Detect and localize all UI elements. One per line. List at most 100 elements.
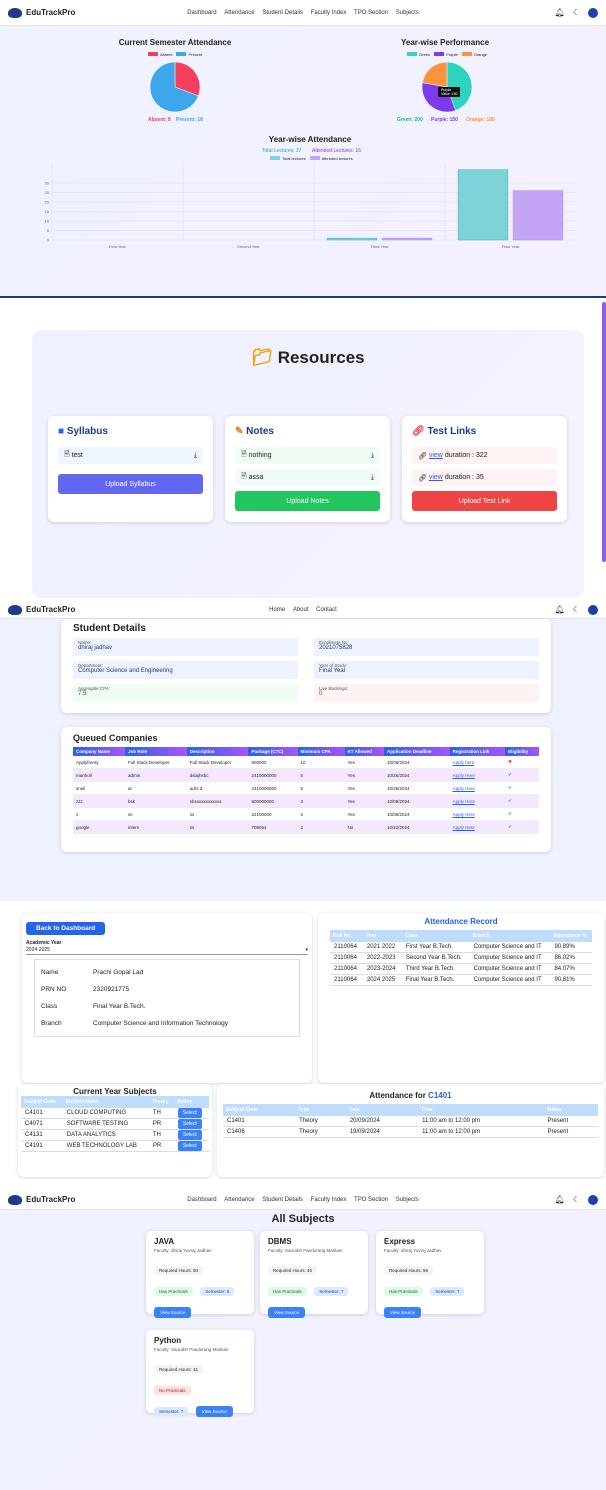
view-source-button[interactable]: View Source (384, 1307, 422, 1318)
nav-dashboard[interactable]: Dashboard (187, 1197, 216, 1203)
brand[interactable]: EduTrackPro (8, 1194, 75, 1205)
legend-absent[interactable]: Absent (148, 52, 172, 57)
view-link[interactable]: view (429, 452, 443, 459)
bell-icon[interactable]: 🔔︎ (555, 1195, 565, 1204)
select-subject-button[interactable]: Select (177, 1130, 202, 1140)
avatar[interactable] (588, 604, 598, 615)
upload-syllabus-button[interactable]: Upload Syllabus (58, 474, 203, 494)
view-source-button[interactable]: View Source (268, 1307, 306, 1318)
download-icon[interactable]: ⤓ (371, 474, 374, 482)
apply-link[interactable]: Apply Here (449, 781, 506, 795)
nav-subjects[interactable]: Subjects (396, 10, 419, 16)
nav-dashboard[interactable]: Dashboard (187, 10, 216, 16)
check-icon: ✔ (508, 798, 512, 803)
nav-attendance[interactable]: Attendance (224, 1197, 254, 1203)
table-row: C1406 Theory 19/09/2024 11:00 am to 12:00 p… (223, 1126, 598, 1138)
attendance-for-title: Attendance for C1401 (369, 1091, 452, 1100)
apply-link[interactable]: Apply Here (449, 820, 506, 834)
pie-slice-orange[interactable] (422, 61, 448, 88)
bell-icon[interactable]: 🔔︎ (555, 605, 565, 614)
table-cell: C1401 (223, 1116, 296, 1127)
nav-tpo-section[interactable]: TPO Section (354, 1197, 388, 1203)
cross-icon: ✖ (508, 759, 512, 764)
table-cell: TH (148, 1108, 174, 1119)
nav-faculty-index[interactable]: Faculty Index (311, 10, 347, 16)
link-icon: 🔗︎ (418, 452, 427, 460)
dashboard-panel: EduTrackPro Dashboard Attendance Student… (0, 0, 606, 298)
table-cell: Third Year B.Tech. (401, 963, 470, 975)
table-cell: CLOUD COMPUTING (62, 1108, 149, 1119)
semester-badge: Semester: 6 (200, 1287, 235, 1296)
brand[interactable]: EduTrackPro (8, 7, 75, 18)
legend-orange[interactable]: Orange (461, 52, 487, 57)
download-icon[interactable]: ⤓ (371, 452, 374, 460)
table-row: Applyfrenty Full Stack Developer Full Stac… (73, 756, 539, 769)
semester-chart-title: Current Semester Attendance (118, 38, 232, 47)
nav-about[interactable]: About (293, 607, 309, 613)
scrollbar[interactable] (602, 302, 606, 562)
avatar[interactable] (588, 1194, 598, 1205)
nav-faculty-index[interactable]: Faculty Index (311, 1197, 347, 1203)
theme-toggle-icon[interactable]: ☾ (573, 605, 580, 614)
table-cell: 2023-2024 (362, 963, 402, 975)
apply-link[interactable]: Apply Here (449, 768, 506, 782)
view-source-button[interactable]: View Source (154, 1307, 192, 1318)
subject-card: DBMS Faculty: Saurabh Pandurang Mankari … (260, 1231, 368, 1318)
select-subject-button[interactable]: Select (177, 1119, 202, 1129)
column-header: Time (418, 1104, 544, 1116)
apply-link[interactable]: Apply Here (449, 807, 506, 821)
legend-present[interactable]: Present (176, 52, 202, 57)
nav-attendance[interactable]: Attendance (224, 10, 254, 16)
select-subject-button[interactable]: Select (177, 1141, 202, 1151)
column-header: Attendance % (550, 930, 592, 942)
view-link[interactable]: view (429, 474, 443, 481)
theme-toggle-icon[interactable]: ☾ (573, 8, 580, 17)
upload-notes-button[interactable]: Upload Notes (235, 491, 380, 511)
info-value: Final Year B.Tech. (93, 1003, 146, 1010)
notes-item[interactable]: 🗎︎ nothing ⤓ (235, 447, 380, 464)
table-row: sneil ar adrs d 2410000000 5 Yes 10/26/2024 App… (73, 781, 539, 795)
brand[interactable]: EduTrackPro (8, 604, 75, 615)
table-cell: 20/09/2024 (345, 1116, 419, 1127)
academic-year-select[interactable]: 2024-2025 ▾ (26, 946, 308, 955)
upload-test-link-button[interactable]: Upload Test Link (412, 491, 557, 511)
bar-attended[interactable] (381, 237, 433, 241)
bell-icon[interactable]: 🔔︎ (555, 8, 565, 17)
bar-total[interactable] (326, 237, 378, 241)
table-cell: 90.81% (550, 974, 592, 986)
x-tick-label: Second Year (237, 244, 260, 249)
apply-link[interactable]: Apply Here (449, 794, 506, 808)
table-cell: Computer Science and IT (469, 974, 551, 986)
nav-contact[interactable]: Contact (316, 607, 337, 613)
table-cell: Computer Science and IT (469, 963, 551, 975)
bar-total[interactable] (457, 169, 509, 241)
column-header: Subject Name (62, 1096, 149, 1108)
bar-attended[interactable] (512, 190, 564, 241)
apply-link[interactable]: Apply here (449, 756, 506, 769)
table-cell: 10/05/2024 (383, 807, 450, 821)
syllabus-item[interactable]: 🗎︎ test ⤓ (58, 447, 203, 464)
enrollment-field: Enrollment No: 2021075828 (314, 638, 539, 656)
nav-student-details[interactable]: Student Details (262, 10, 303, 16)
theme-toggle-icon[interactable]: ☾ (573, 1195, 580, 1204)
nav-home[interactable]: Home (269, 607, 285, 613)
nav-student-details[interactable]: Student Details (262, 1197, 303, 1203)
absent-count: Absent: 8 (148, 117, 171, 123)
eligibility-cell: ✔ (505, 807, 539, 821)
notes-item[interactable]: 🗎︎ assa ⤓ (235, 469, 380, 486)
avatar[interactable] (588, 7, 598, 18)
subject-name: DBMS (268, 1237, 292, 1246)
table-cell: 2024 2025 (362, 974, 402, 986)
table-row: 2110064 2023-2024 Third Year B.Tech. Comput… (330, 963, 592, 975)
nav-subjects[interactable]: Subjects (396, 1197, 419, 1203)
view-source-button[interactable]: View Source (195, 1406, 233, 1417)
check-icon: ✔ (508, 772, 512, 777)
table-row: 2110064 2021 2022 First Year B.Tech. Comput… (330, 942, 592, 953)
download-icon[interactable]: ⤓ (194, 452, 197, 460)
back-to-dashboard-button[interactable]: Back to Dashboard (26, 922, 106, 935)
legend-purple[interactable]: Purple (434, 52, 458, 57)
select-subject-button[interactable]: Select (177, 1108, 202, 1118)
table-cell: Applyfrenty (73, 756, 125, 769)
legend-green[interactable]: Green (407, 52, 430, 57)
nav-tpo-section[interactable]: TPO Section (354, 10, 388, 16)
